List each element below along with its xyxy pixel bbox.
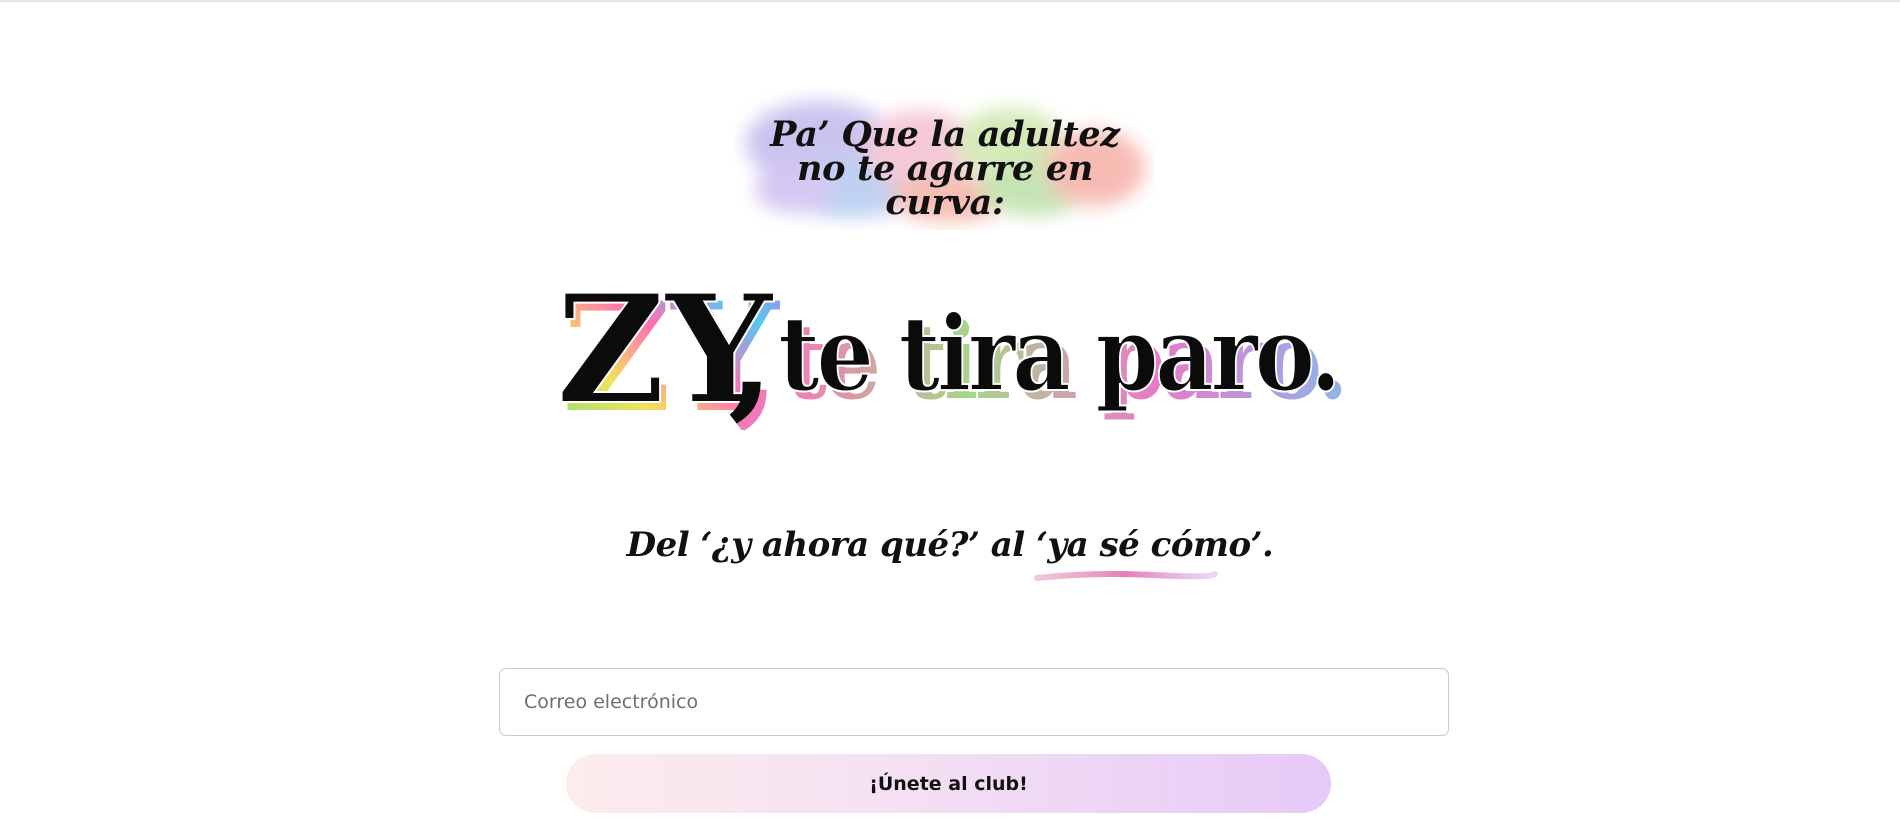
comma: , [728, 280, 773, 430]
brush-underline [1034, 571, 1218, 581]
subtitle-emphasis: ‘ya sé cómo’ [1036, 525, 1263, 565]
slogan-text: te tira paro. [778, 292, 1338, 415]
top-divider [0, 0, 1900, 2]
email-field[interactable] [499, 668, 1449, 736]
hero-logo: ZY ZY , , te tira paro. te tira paro. [548, 270, 1368, 430]
tagline-line-2: no te agarre en curva: [797, 148, 1093, 223]
subtitle: Del ‘¿y ahora qué?’ al ‘ya sé cómo’. [560, 520, 1340, 570]
tagline-heading: Pa’ Que la adultez no te agarre en curva… [735, 114, 1155, 223]
subtitle-prefix: Del ‘¿y ahora qué?’ al [626, 525, 1037, 565]
join-club-button[interactable]: ¡Únete al club! [566, 754, 1331, 813]
tagline-section: Pa’ Que la adultez no te agarre en curva… [735, 88, 1155, 230]
subtitle-suffix: . [1262, 525, 1274, 565]
hero-wordmark: ZY ZY , , te tira paro. te tira paro. [555, 270, 1349, 430]
tagline-line-1: Pa’ Que la adultez [770, 114, 1120, 155]
